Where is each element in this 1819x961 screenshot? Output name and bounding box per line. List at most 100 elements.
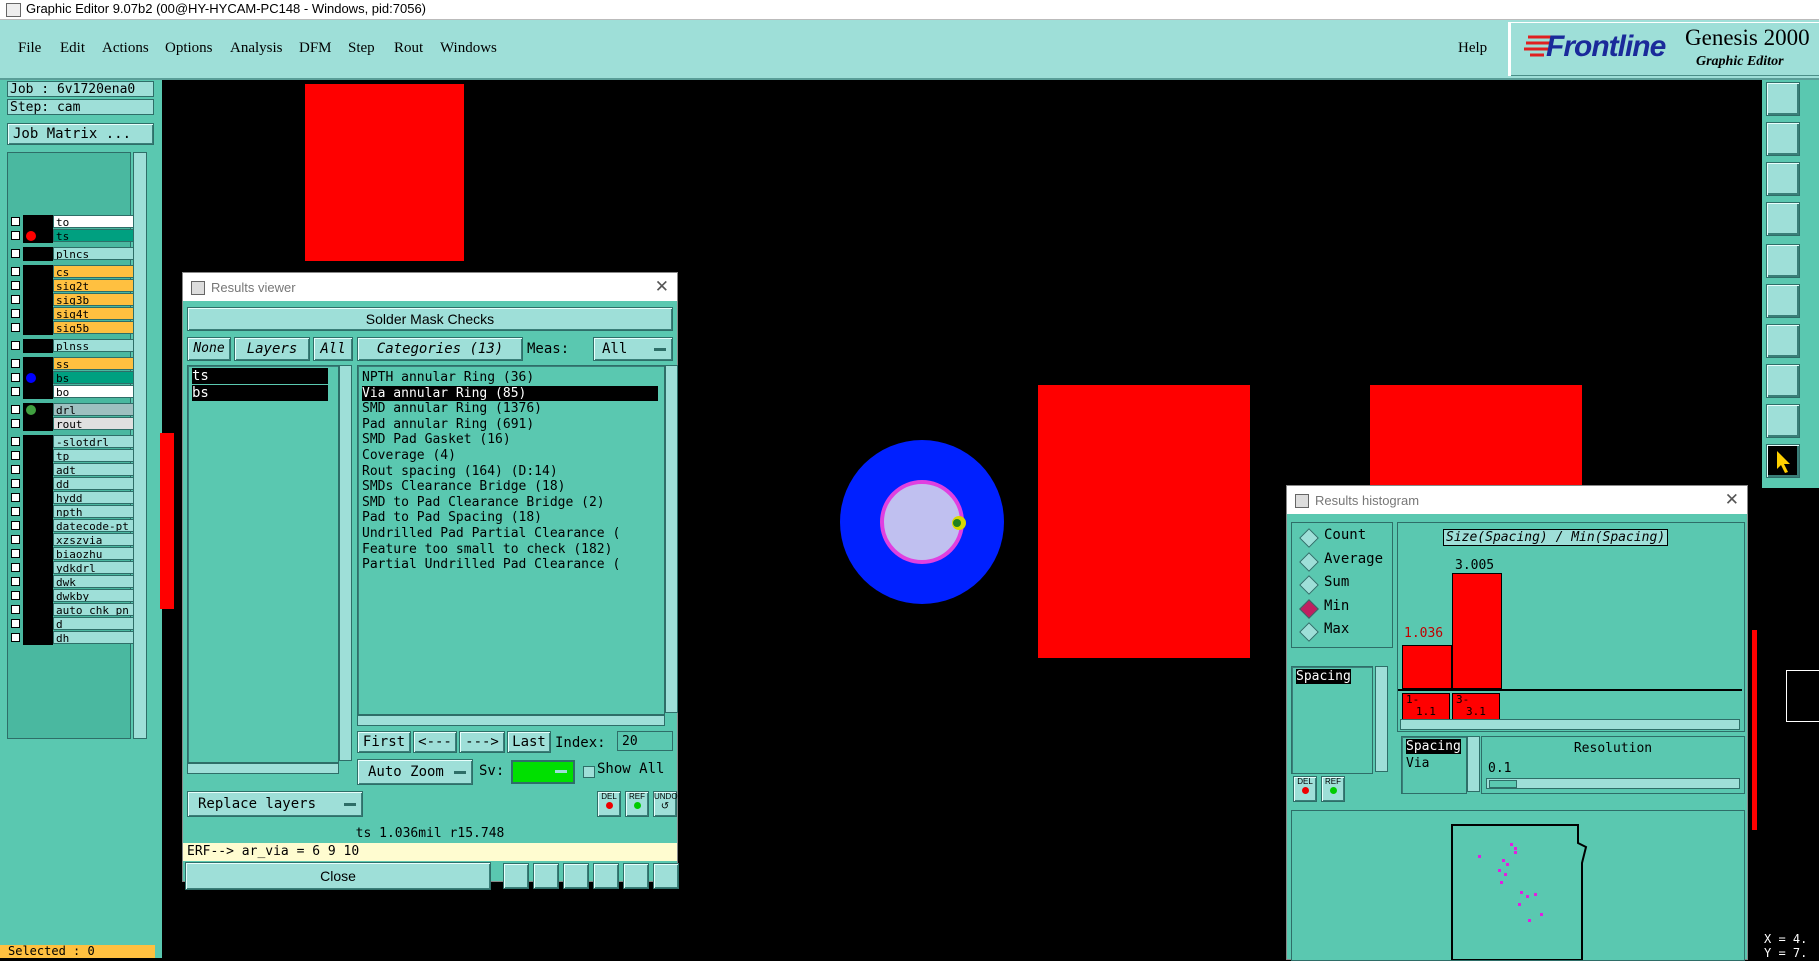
category-item[interactable]: SMD annular Ring (1376) [362,401,658,416]
histogram-icon[interactable] [653,863,679,889]
list-item[interactable]: ts [192,368,328,384]
layer-row[interactable]: drl [9,403,135,417]
layer-name[interactable]: -slotdrl [53,435,135,448]
layer-row[interactable]: dh [9,631,135,645]
layer-name[interactable]: bo [53,385,135,398]
layer-checkbox[interactable] [11,465,20,474]
menu-dfm[interactable]: DFM [299,40,332,57]
layer-name[interactable]: sig2t [53,279,135,292]
menu-analysis[interactable]: Analysis [230,40,283,57]
layer-checkbox[interactable] [11,373,20,382]
layer-name[interactable]: d [53,617,135,630]
layer-checkbox[interactable] [11,323,20,332]
layer-row[interactable]: datecode-pt [9,519,135,533]
layer-checkbox[interactable] [11,521,20,530]
zoom-area-icon[interactable] [1766,202,1800,236]
resolution-slider[interactable] [1486,778,1740,789]
measure-list[interactable]: Spacing [1291,666,1373,774]
close-button[interactable]: Close [185,862,491,890]
layer-name[interactable]: datecode-pt [53,519,135,532]
pointer-icon[interactable] [1766,444,1800,478]
layer-row[interactable]: biaozhu [9,547,135,561]
layer-name[interactable]: drl [53,403,135,416]
layer-checkbox[interactable] [11,267,20,276]
layer-name[interactable]: biaozhu [53,547,135,560]
select-feature-icon[interactable] [1766,364,1800,398]
layer-checkbox[interactable] [11,535,20,544]
layer-checkbox[interactable] [11,281,20,290]
layer-name[interactable]: dwk [53,575,135,588]
category-item[interactable]: Feature too small to check (182) [362,542,658,557]
layer-name[interactable]: dh [53,631,135,644]
layer-checkbox[interactable] [11,563,20,572]
layer-checkbox[interactable] [11,605,20,614]
category-item[interactable]: NPTH annular Ring (36) [362,370,658,385]
last-button[interactable]: Last [507,731,551,753]
delete-all-icon[interactable] [563,863,589,889]
del-button[interactable]: DEL [597,791,621,817]
layer-name[interactable]: plncs [53,247,135,260]
layer-name[interactable]: ss [53,357,135,370]
layer-name[interactable]: xzszvia [53,533,135,546]
layer-name[interactable]: ts [53,229,135,242]
layer-row[interactable]: ts [9,229,135,243]
pan-left-icon[interactable] [1766,122,1800,156]
snap-icon[interactable] [1766,244,1800,278]
layers-button[interactable]: Layers [234,337,310,361]
layer-checkbox[interactable] [11,577,20,586]
layer-row[interactable]: tp [9,449,135,463]
menu-windows[interactable]: Windows [440,40,497,57]
layer-checkbox[interactable] [11,633,20,642]
layer-row[interactable]: plnss [9,339,135,353]
layer-checkbox[interactable] [11,405,20,414]
layer-row[interactable]: bo [9,385,135,399]
layer-name[interactable]: bs [53,371,135,384]
layer-checkbox[interactable] [11,249,20,258]
layer-checkbox[interactable] [11,619,20,628]
prev-button[interactable]: <--- [413,731,457,753]
notes-icon[interactable] [623,863,649,889]
layer-row[interactable]: ydkdrl [9,561,135,575]
layer-row[interactable]: cs [9,265,135,279]
mode-radio[interactable] [1299,622,1319,642]
ref-button[interactable]: REF [625,791,649,817]
layer-name[interactable]: sig4t [53,307,135,320]
layer-row[interactable]: dwk [9,575,135,589]
layer-row[interactable]: ss [9,357,135,371]
category-item[interactable]: Pad annular Ring (691) [362,417,658,432]
layer-checkbox[interactable] [11,479,20,488]
layer-row[interactable]: sig2t [9,279,135,293]
list-item[interactable]: bs [192,385,328,401]
layer-name[interactable]: rout [53,417,135,430]
layer-row[interactable]: dwkby [9,589,135,603]
layer-row[interactable]: -slotdrl [9,435,135,449]
mode-radio[interactable] [1299,551,1319,572]
index-input[interactable]: 20 [617,731,673,751]
measure-list-scrollbar[interactable] [1375,666,1388,772]
layer-row[interactable]: sig3b [9,293,135,307]
layer-row[interactable]: to [9,215,135,229]
layer-row[interactable]: rout [9,417,135,431]
home-icon[interactable] [1766,82,1800,116]
auto-zoom-dropdown[interactable]: Auto Zoom [357,759,473,785]
layer-list-scrollbar[interactable] [339,365,352,761]
layer-name[interactable]: auto_chk_pn [53,603,135,616]
layer-name[interactable]: dwkby [53,589,135,602]
category-item[interactable]: SMD to Pad Clearance Bridge (2) [362,495,658,510]
layer-checkbox[interactable] [11,359,20,368]
category-item[interactable]: Pad to Pad Spacing (18) [362,510,658,525]
connect-icon[interactable] [1766,284,1800,318]
category-item[interactable]: Partial Undrilled Pad Clearance ( [362,557,658,572]
layer-row[interactable]: adt [9,463,135,477]
angle-icon[interactable] [1766,404,1800,438]
layer-row[interactable]: npth [9,505,135,519]
layer-checkbox[interactable] [11,493,20,502]
layer-checkbox[interactable] [11,309,20,318]
slider-thumb[interactable] [1489,780,1517,788]
categories-button[interactable]: Categories (13) [357,337,523,361]
layer-row[interactable]: hydd [9,491,135,505]
close-icon[interactable]: ✕ [1725,490,1739,510]
menu-step[interactable]: Step [348,40,375,57]
layers-none-button[interactable]: None [187,337,231,361]
category-item[interactable]: Via annular Ring (85) [362,385,658,401]
